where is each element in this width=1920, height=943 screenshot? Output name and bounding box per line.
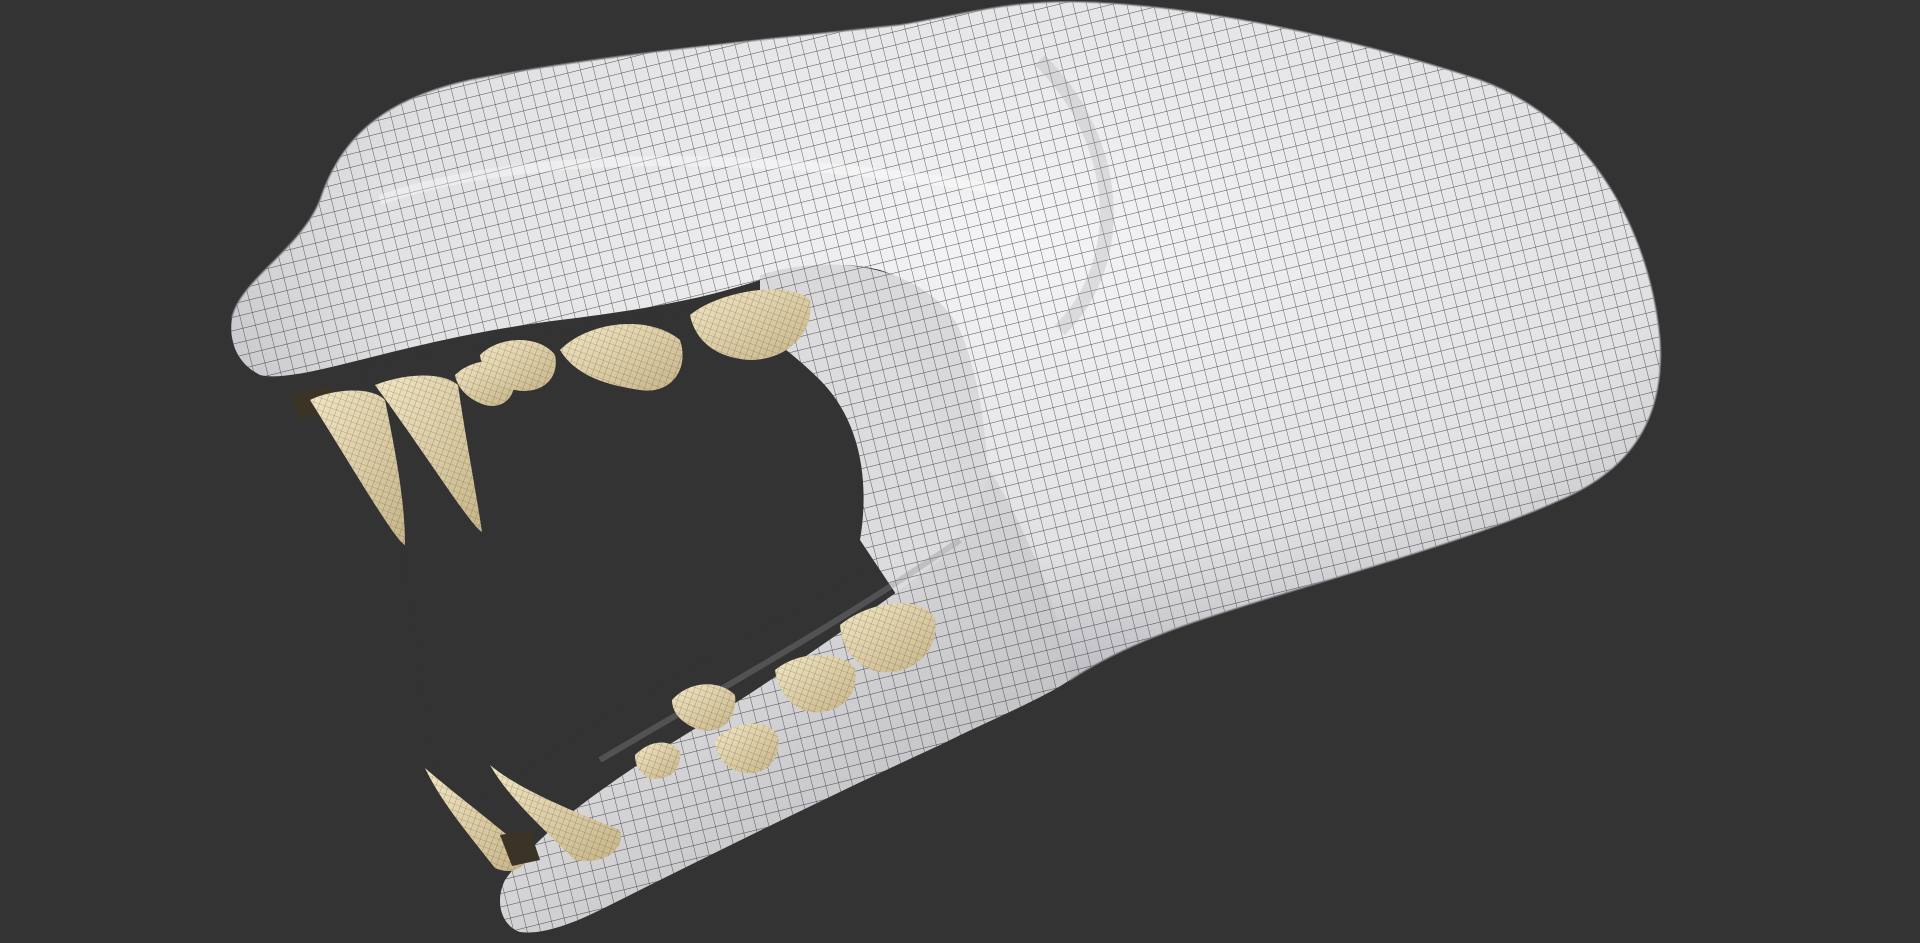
3d-viewport[interactable] bbox=[0, 0, 1920, 943]
skull-model[interactable] bbox=[0, 0, 1920, 943]
